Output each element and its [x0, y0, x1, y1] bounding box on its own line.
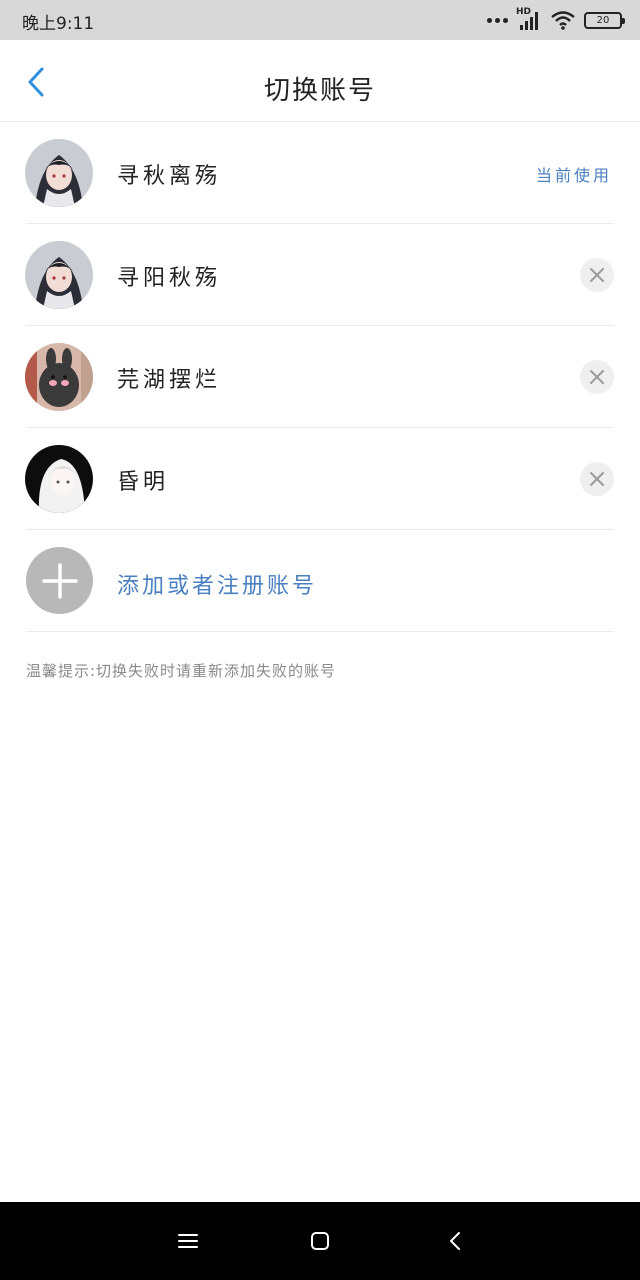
avatar [25, 445, 93, 513]
avatar [25, 241, 93, 309]
wifi-icon [551, 11, 575, 30]
add-account-label[interactable]: 添加或者注册账号 [117, 568, 317, 600]
close-icon [590, 370, 604, 384]
avatar [25, 139, 93, 207]
account-name: 芫湖摆烂 [117, 368, 222, 393]
close-icon [590, 472, 604, 486]
current-account-tag: 当前使用 [535, 166, 612, 185]
menu-button[interactable] [173, 1226, 203, 1256]
menu-icon [178, 1234, 198, 1248]
more-dots-icon [487, 17, 508, 23]
account-row[interactable]: 寻秋离殇 当前使用 [0, 122, 640, 224]
status-time: 晚上9:11 [22, 14, 95, 34]
account-row[interactable]: 芫湖摆烂 [0, 326, 640, 428]
status-bar: 晚上9:11 HD 20 [0, 0, 640, 40]
account-name: 寻秋离殇 [117, 164, 222, 189]
network-label: HD [516, 7, 532, 17]
add-account-button[interactable] [26, 547, 93, 614]
account-row[interactable]: 寻阳秋殇 [0, 224, 640, 326]
home-button[interactable] [305, 1226, 335, 1256]
account-list: 寻秋离殇 当前使用 寻阳秋殇 芫湖摆烂 昏明 添加或者注册账号 [0, 122, 640, 632]
add-account-row[interactable]: 添加或者注册账号 [0, 530, 640, 632]
plus-icon [41, 562, 78, 599]
home-square-icon [311, 1232, 329, 1250]
title-bar: 切换账号 [0, 40, 640, 122]
back-triangle-icon [450, 1232, 460, 1250]
battery-level: 20 [596, 14, 610, 26]
signal-icon: HD [516, 7, 542, 31]
status-icons: HD 20 [487, 7, 625, 33]
avatar [25, 343, 93, 411]
remove-account-button[interactable] [580, 258, 614, 292]
nav-back-button[interactable] [440, 1226, 470, 1256]
navigation-bar [0, 1202, 640, 1280]
account-row[interactable]: 昏明 [0, 428, 640, 530]
battery-icon: 20 [584, 11, 625, 29]
close-icon [590, 268, 604, 282]
remove-account-button[interactable] [580, 462, 614, 496]
remove-account-button[interactable] [580, 360, 614, 394]
account-name: 寻阳秋殇 [117, 266, 222, 291]
tip-text: 温馨提示:切换失败时请重新添加失败的账号 [26, 662, 337, 680]
page-title: 切换账号 [263, 76, 376, 106]
account-name: 昏明 [117, 470, 170, 495]
